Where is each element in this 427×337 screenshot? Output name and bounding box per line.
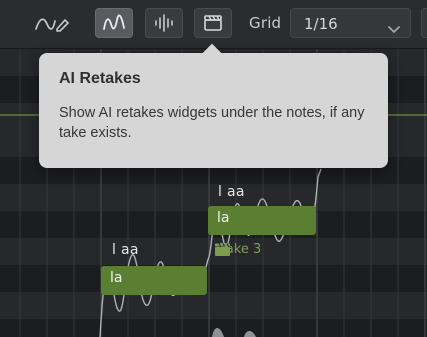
chevron-down-icon <box>388 19 400 38</box>
ai-retakes-tool[interactable] <box>194 8 232 38</box>
toolbar: Grid 1/16 <box>0 0 427 49</box>
clapperboard-icon <box>203 14 223 32</box>
wave-curve-icon <box>102 13 126 33</box>
toolbar-right-partial-button[interactable] <box>421 8 427 38</box>
grid-select-value: 1/16 <box>304 15 338 33</box>
audio-wave-tool[interactable] <box>145 8 183 38</box>
tooltip-body: Show AI retakes widgets under the notes,… <box>59 105 365 141</box>
curve-pencil-icon <box>32 12 70 34</box>
curve-pencil-tool[interactable] <box>28 8 74 38</box>
tooltip-title: AI Retakes <box>59 70 141 87</box>
app-root: Grid 1/16 l aa l aa la la Take 3 AI Reta… <box>0 0 427 337</box>
grid-label: Grid <box>249 14 282 32</box>
waveform-icon <box>152 13 176 33</box>
pitch-curve-tool[interactable] <box>95 8 133 38</box>
tool-left-partial[interactable] <box>0 8 8 38</box>
grid-select[interactable]: 1/16 <box>290 8 411 38</box>
